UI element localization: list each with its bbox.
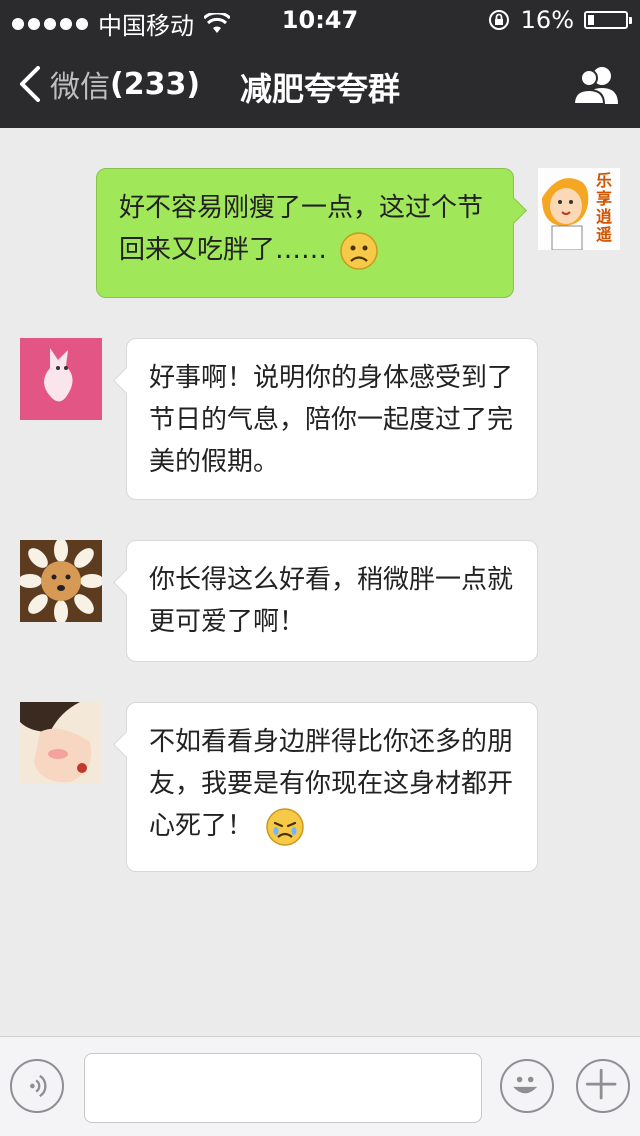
- input-bar: [0, 1036, 640, 1136]
- message-bubble-received[interactable]: 好事啊！说明你的身体感受到了节日的气息，陪你一起度过了完美的假期。: [113, 338, 538, 500]
- crying-face-icon: [266, 807, 305, 846]
- sender-avatar[interactable]: [20, 702, 102, 784]
- more-button[interactable]: [576, 1059, 630, 1113]
- chat-area[interactable]: 乐享逍遥 好不容易刚瘦了一点，这过个节回来又吃胖了…… 好事啊！说明你的身体感受…: [0, 128, 640, 1036]
- message-bubble-sent[interactable]: 好不容易刚瘦了一点，这过个节回来又吃胖了……: [96, 168, 527, 298]
- message-text: 不如看看身边胖得比你还多的朋友，我要是有你现在这身材都开心死了！: [149, 727, 514, 841]
- rotation-lock-icon: [488, 10, 509, 30]
- my-avatar[interactable]: 乐享逍遥: [538, 168, 620, 250]
- group-members-icon[interactable]: [572, 64, 620, 104]
- message-bubble-received[interactable]: 不如看看身边胖得比你还多的朋友，我要是有你现在这身材都开心死了！: [113, 702, 538, 872]
- avatar-caption: 乐享逍遥: [596, 171, 613, 244]
- sender-avatar[interactable]: [20, 338, 102, 420]
- status-bar: 中国移动 10:47 16%: [0, 0, 640, 40]
- nav-bar: 微信 (233) 减肥夸夸群: [0, 40, 640, 128]
- message-text: 好事啊！说明你的身体感受到了节日的气息，陪你一起度过了完美的假期。: [149, 363, 514, 477]
- message-input[interactable]: [84, 1053, 482, 1123]
- voice-button[interactable]: [10, 1059, 64, 1113]
- plus-icon: [585, 1068, 617, 1100]
- smiley-icon: [513, 1076, 538, 1094]
- message-bubble-received[interactable]: 你长得这么好看，稍微胖一点就更可爱了啊！: [113, 540, 538, 662]
- message-text: 你长得这么好看，稍微胖一点就更可爱了啊！: [149, 565, 514, 637]
- message-text: 好不容易刚瘦了一点，这过个节回来又吃胖了……: [119, 193, 484, 265]
- battery-icon: [584, 11, 632, 29]
- frown-face-icon: [340, 231, 379, 270]
- battery-level: [588, 15, 594, 25]
- status-right: 16%: [487, 6, 632, 34]
- voice-icon: [30, 1074, 47, 1098]
- chat-title: 减肥夸夸群: [239, 70, 400, 108]
- sender-avatar[interactable]: [20, 540, 102, 622]
- emoji-button[interactable]: [500, 1059, 554, 1113]
- battery-percent: 16%: [520, 6, 574, 34]
